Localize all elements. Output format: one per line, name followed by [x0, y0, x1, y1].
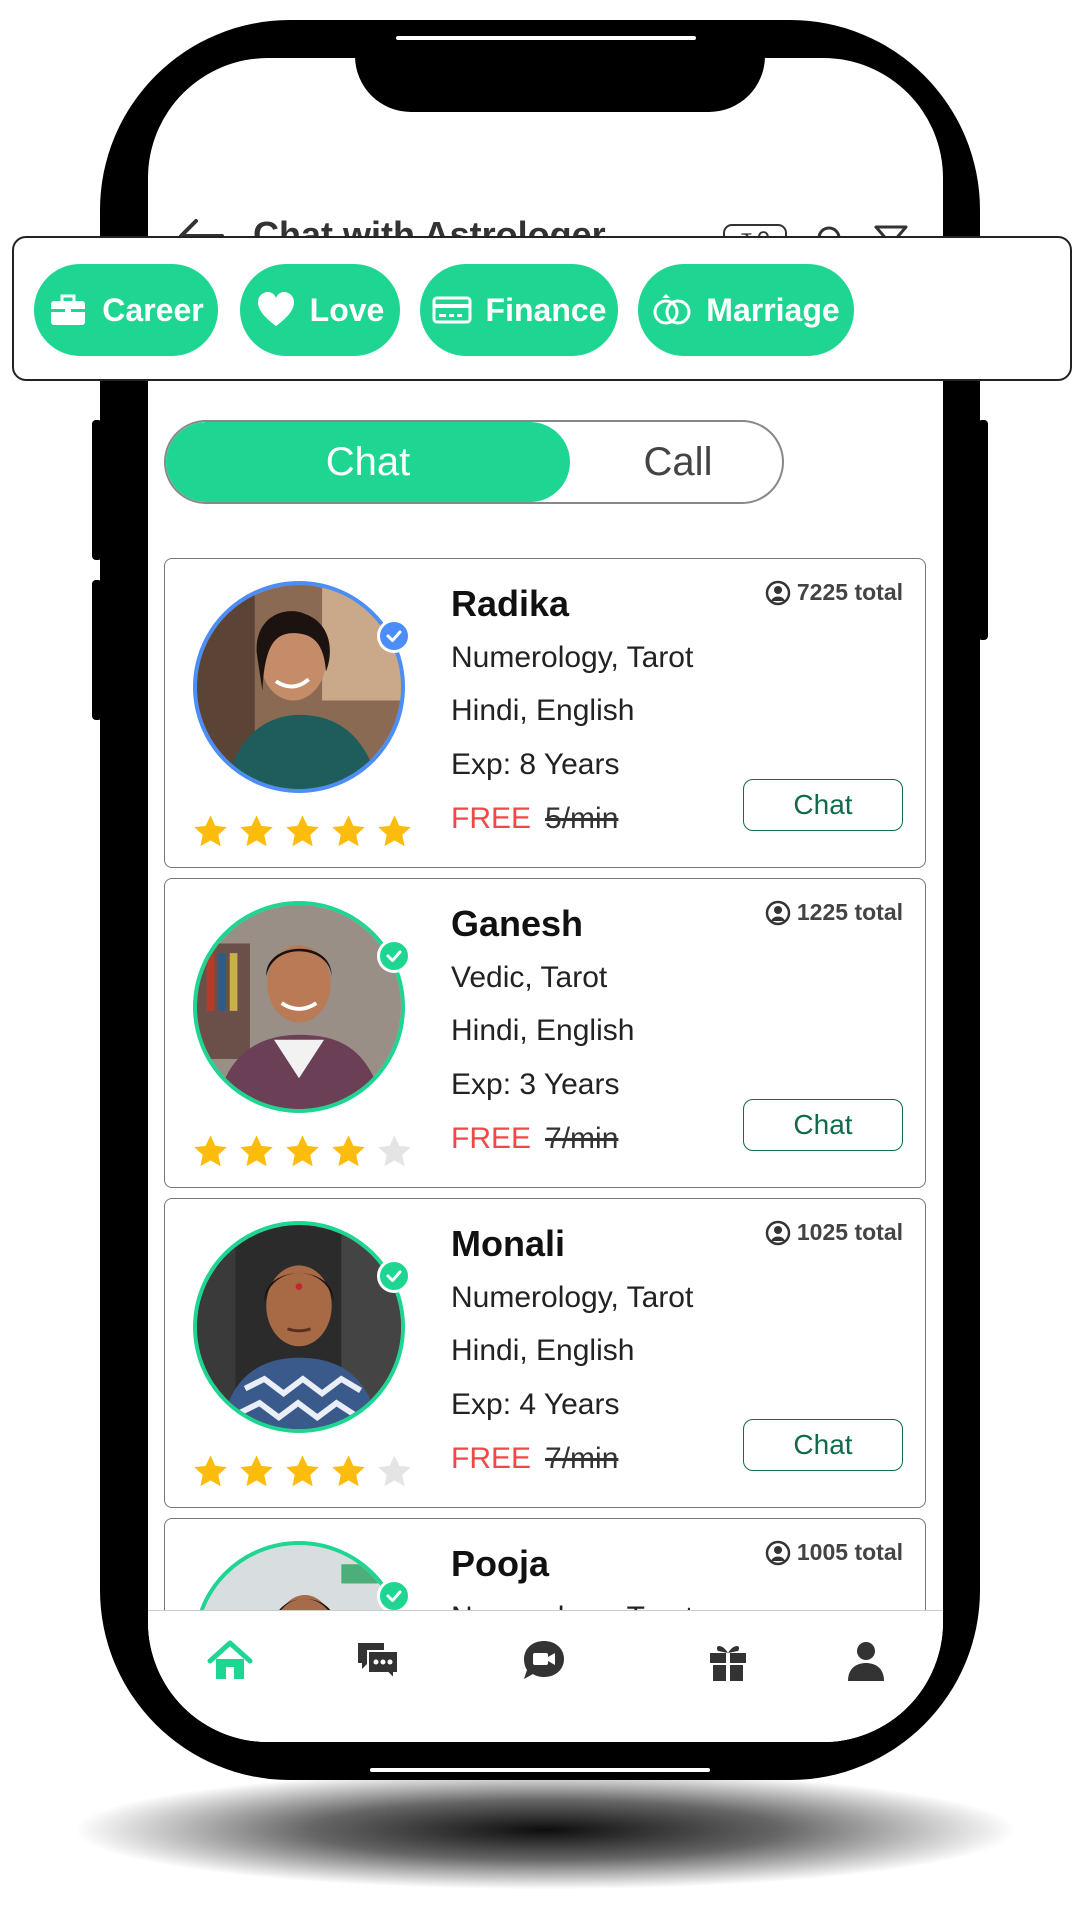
astrologer-skills: Numerology, Tarot — [451, 1281, 694, 1314]
category-marriage[interactable]: Marriage — [638, 264, 854, 356]
price-row: FREE 7/min — [451, 1442, 618, 1476]
total-count: 1025 total — [796, 1219, 903, 1245]
gift-icon[interactable] — [704, 1637, 752, 1685]
avatar — [193, 901, 405, 1113]
chat-button[interactable]: Chat — [743, 779, 903, 831]
toggle-chat[interactable]: Chat — [166, 422, 570, 502]
category-filter-bar: Career Love Finance Marriage — [12, 236, 1072, 381]
star-filled-icon — [286, 1135, 319, 1167]
price-row: FREE 5/min — [451, 802, 618, 836]
old-price: 5/min — [545, 802, 619, 835]
star-filled-icon — [286, 815, 319, 847]
free-label: FREE — [451, 1122, 532, 1155]
star-empty-icon — [378, 1135, 411, 1167]
astrologer-name: Radika — [451, 583, 570, 624]
toggle-call[interactable]: Call — [570, 422, 782, 502]
astrologer-skills: Vedic, Tarot — [451, 961, 608, 994]
star-filled-icon — [332, 815, 365, 847]
rating-stars — [191, 1133, 414, 1171]
astrologer-languages: Hindi, English — [451, 1014, 635, 1047]
free-label: FREE — [451, 802, 532, 835]
star-filled-icon — [332, 1135, 365, 1167]
astrologer-card[interactable]: Radika Numerology, Tarot Hindi, English … — [164, 558, 926, 868]
bottom-nav — [148, 1610, 943, 1742]
profile-icon[interactable] — [842, 1637, 890, 1685]
astrologer-card[interactable]: Ganesh Vedic, Tarot Hindi, English Exp: … — [164, 878, 926, 1188]
total-consultations: 1025 total — [765, 1219, 903, 1246]
avatar — [193, 1221, 405, 1433]
category-love[interactable]: Love — [240, 264, 400, 356]
astrologer-card[interactable]: Monali Numerology, Tarot Hindi, English … — [164, 1198, 926, 1508]
chat-button[interactable]: Chat — [743, 1099, 903, 1151]
total-consultations: 1005 total — [765, 1539, 903, 1566]
total-count: 1225 total — [796, 899, 903, 925]
star-filled-icon — [286, 1455, 319, 1487]
category-label: Marriage — [706, 291, 840, 328]
free-label: FREE — [451, 1442, 532, 1475]
home-indicator — [370, 1768, 710, 1772]
verified-badge-icon — [377, 939, 411, 973]
astrologer-name: Monali — [451, 1223, 565, 1264]
category-label: Career — [102, 291, 204, 328]
user-circle-icon — [765, 580, 791, 605]
video-call-icon[interactable] — [520, 1637, 568, 1685]
total-count: 1005 total — [796, 1539, 903, 1565]
star-filled-icon — [194, 1135, 227, 1167]
category-label: Finance — [485, 291, 607, 328]
star-filled-icon — [194, 1455, 227, 1487]
chat-button[interactable]: Chat — [743, 1419, 903, 1471]
user-circle-icon — [765, 1220, 791, 1245]
total-consultations: 7225 total — [765, 579, 903, 606]
astrologer-experience: Exp: 3 Years — [451, 1068, 620, 1101]
phone-notch — [355, 20, 765, 112]
phone-shadow — [70, 1770, 1020, 1890]
category-finance[interactable]: Finance — [420, 264, 618, 356]
credit-card-icon — [432, 296, 472, 324]
star-filled-icon — [240, 1455, 273, 1487]
astrologer-name: Ganesh — [451, 903, 584, 944]
category-label: Love — [309, 291, 385, 328]
old-price: 7/min — [545, 1442, 619, 1475]
total-consultations: 1225 total — [765, 899, 903, 926]
rating-stars — [191, 1453, 414, 1491]
user-circle-icon — [765, 1540, 791, 1565]
star-filled-icon — [194, 815, 227, 847]
astrologer-experience: Exp: 8 Years — [451, 748, 620, 781]
verified-badge-icon — [377, 1579, 411, 1613]
astrologer-name: Pooja — [451, 1543, 550, 1584]
chat-call-toggle: Chat Call — [164, 420, 784, 504]
heart-icon — [257, 292, 294, 326]
home-icon[interactable] — [206, 1637, 254, 1685]
price-row: FREE 7/min — [451, 1122, 618, 1156]
user-circle-icon — [765, 900, 791, 925]
briefcase-icon — [51, 294, 86, 325]
verified-badge-icon — [377, 1259, 411, 1293]
astrologer-languages: Hindi, English — [451, 1334, 635, 1367]
star-empty-icon — [378, 1455, 411, 1487]
astrologer-skills: Numerology, Tarot — [451, 641, 694, 674]
verified-badge-icon — [377, 619, 411, 653]
astrologer-experience: Exp: 4 Years — [451, 1388, 620, 1421]
star-filled-icon — [240, 1135, 273, 1167]
star-filled-icon — [378, 815, 411, 847]
star-filled-icon — [240, 815, 273, 847]
chat-bubbles-icon[interactable] — [354, 1637, 402, 1685]
avatar — [193, 581, 405, 793]
old-price: 7/min — [545, 1122, 619, 1155]
category-career[interactable]: Career — [34, 264, 218, 356]
phone-speaker — [396, 36, 696, 40]
rings-icon — [653, 294, 691, 325]
total-count: 7225 total — [796, 579, 903, 605]
star-filled-icon — [332, 1455, 365, 1487]
rating-stars — [191, 813, 414, 851]
astrologer-languages: Hindi, English — [451, 694, 635, 727]
